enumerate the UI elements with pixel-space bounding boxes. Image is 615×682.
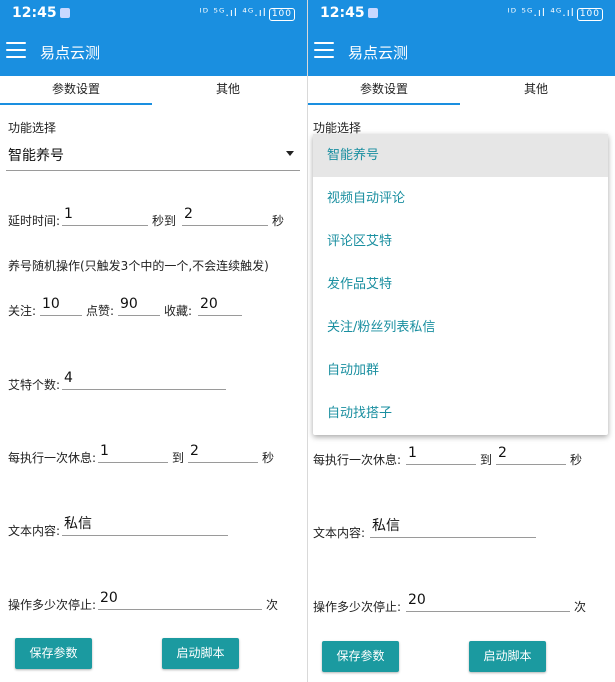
delay-mid-label: 秒到 [152,214,177,228]
stop-unit-label: 次 [574,600,587,614]
tab-params[interactable]: 参数设置 [0,76,152,106]
rest-from-input[interactable]: 1 [406,443,476,465]
signal-wifi-icon: ᴵᴰ ⁵ᴳ.ıl ⁴ᴳ.ıl [199,6,267,19]
function-value[interactable]: 智能养号 [8,145,64,165]
delay-to-input[interactable]: 2 [182,204,268,226]
follow-input[interactable]: 10 [40,294,82,316]
system-icons: ᴵᴰ ⁵ᴳ.ıl ⁴ᴳ.ıl 100 [508,6,603,21]
app-title: 易点云测 [348,44,409,62]
text-content-input[interactable]: 私信 [370,516,536,538]
save-params-button[interactable]: 保存参数 [15,638,92,669]
tab-params[interactable]: 参数设置 [308,76,460,106]
status-time: 12:45 [12,5,57,21]
stop-count-input[interactable]: 20 [98,588,262,610]
stop-unit-label: 次 [266,598,279,612]
rest-unit-label: 秒 [570,453,583,467]
save-params-button[interactable]: 保存参数 [322,641,399,672]
random-note: 养号随机操作(只触发3个中的一个,不会连续触发) [8,259,269,273]
app-bar: 易点云测 [0,28,307,76]
dropdown-option[interactable]: 评论区艾特 [313,220,608,263]
delay-label: 延时时间: [8,214,61,228]
battery-icon: 100 [268,8,295,21]
text-content-label: 文本内容: [8,524,61,538]
like-input[interactable]: 90 [118,294,160,316]
rest-from-input[interactable]: 1 [98,441,168,463]
dropdown-option[interactable]: 自动找搭子 [313,392,608,435]
tab-bar: 参数设置 其他 [0,76,307,106]
system-icons: ᴵᴰ ⁵ᴳ.ıl ⁴ᴳ.ıl 100 [200,6,295,21]
rest-mid-label: 到 [172,451,185,465]
fav-input[interactable]: 20 [198,294,242,316]
dropdown-arrow-icon[interactable] [286,151,294,156]
fav-label: 收藏: [164,304,193,318]
rest-unit-label: 秒 [262,451,275,465]
notification-icon [368,8,378,18]
battery-icon: 100 [576,8,603,21]
rest-mid-label: 到 [480,453,493,467]
dropdown-option[interactable]: 自动加群 [313,349,608,392]
tab-bar: 参数设置 其他 [308,76,615,106]
phone-screen-left: 12:45 ᴵᴰ ⁵ᴳ.ıl ⁴ᴳ.ıl 100 易点云测 参数设置 其他 功能选… [0,0,307,682]
text-content-input[interactable]: 私信 [62,514,228,536]
dropdown-option[interactable]: 发作品艾特 [313,263,608,306]
tab-indicator [0,103,152,105]
mention-label: 艾特个数: [8,378,61,392]
rest-to-input[interactable]: 2 [188,441,258,463]
notification-icon [60,8,70,18]
stop-count-label: 操作多少次停止: [8,598,97,612]
stop-count-input[interactable]: 20 [406,590,570,612]
app-bar: 易点云测 [308,28,615,76]
dropdown-option[interactable]: 关注/粉丝列表私信 [313,306,608,349]
stop-count-label: 操作多少次停止: [313,600,402,614]
rest-label: 每执行一次休息: [313,453,402,467]
spinner-underline [6,170,300,171]
menu-icon[interactable] [6,42,26,58]
tab-indicator [308,103,460,105]
status-bar: 12:45 ᴵᴰ ⁵ᴳ.ıl ⁴ᴳ.ıl 100 [308,0,615,28]
text-content-label: 文本内容: [313,526,366,540]
delay-from-input[interactable]: 1 [62,204,148,226]
follow-label: 关注: [8,304,37,318]
status-bar: 12:45 ᴵᴰ ⁵ᴳ.ıl ⁴ᴳ.ıl 100 [0,0,307,28]
function-dropdown-menu: 智能养号 视频自动评论 评论区艾特 发作品艾特 关注/粉丝列表私信 自动加群 自… [313,134,608,435]
dropdown-option[interactable]: 智能养号 [313,134,608,177]
phone-screen-right: 12:45 ᴵᴰ ⁵ᴳ.ıl ⁴ᴳ.ıl 100 易点云测 参数设置 其他 功能选… [308,0,615,682]
signal-wifi-icon: ᴵᴰ ⁵ᴳ.ıl ⁴ᴳ.ıl [507,6,575,19]
start-script-button[interactable]: 启动脚本 [162,638,239,669]
mention-input[interactable]: 4 [62,368,226,390]
delay-unit-label: 秒 [272,214,285,228]
rest-to-input[interactable]: 2 [496,443,566,465]
menu-icon[interactable] [314,42,334,58]
tab-other[interactable]: 其他 [460,76,612,106]
function-label: 功能选择 [8,121,57,135]
status-time: 12:45 [320,5,365,21]
app-title: 易点云测 [40,44,101,62]
start-script-button[interactable]: 启动脚本 [469,641,546,672]
rest-label: 每执行一次休息: [8,451,97,465]
dropdown-option[interactable]: 视频自动评论 [313,177,608,220]
tab-other[interactable]: 其他 [152,76,304,106]
screenshot-pair: 12:45 ᴵᴰ ⁵ᴳ.ıl ⁴ᴳ.ıl 100 易点云测 参数设置 其他 功能选… [0,0,615,682]
like-label: 点赞: [86,304,115,318]
